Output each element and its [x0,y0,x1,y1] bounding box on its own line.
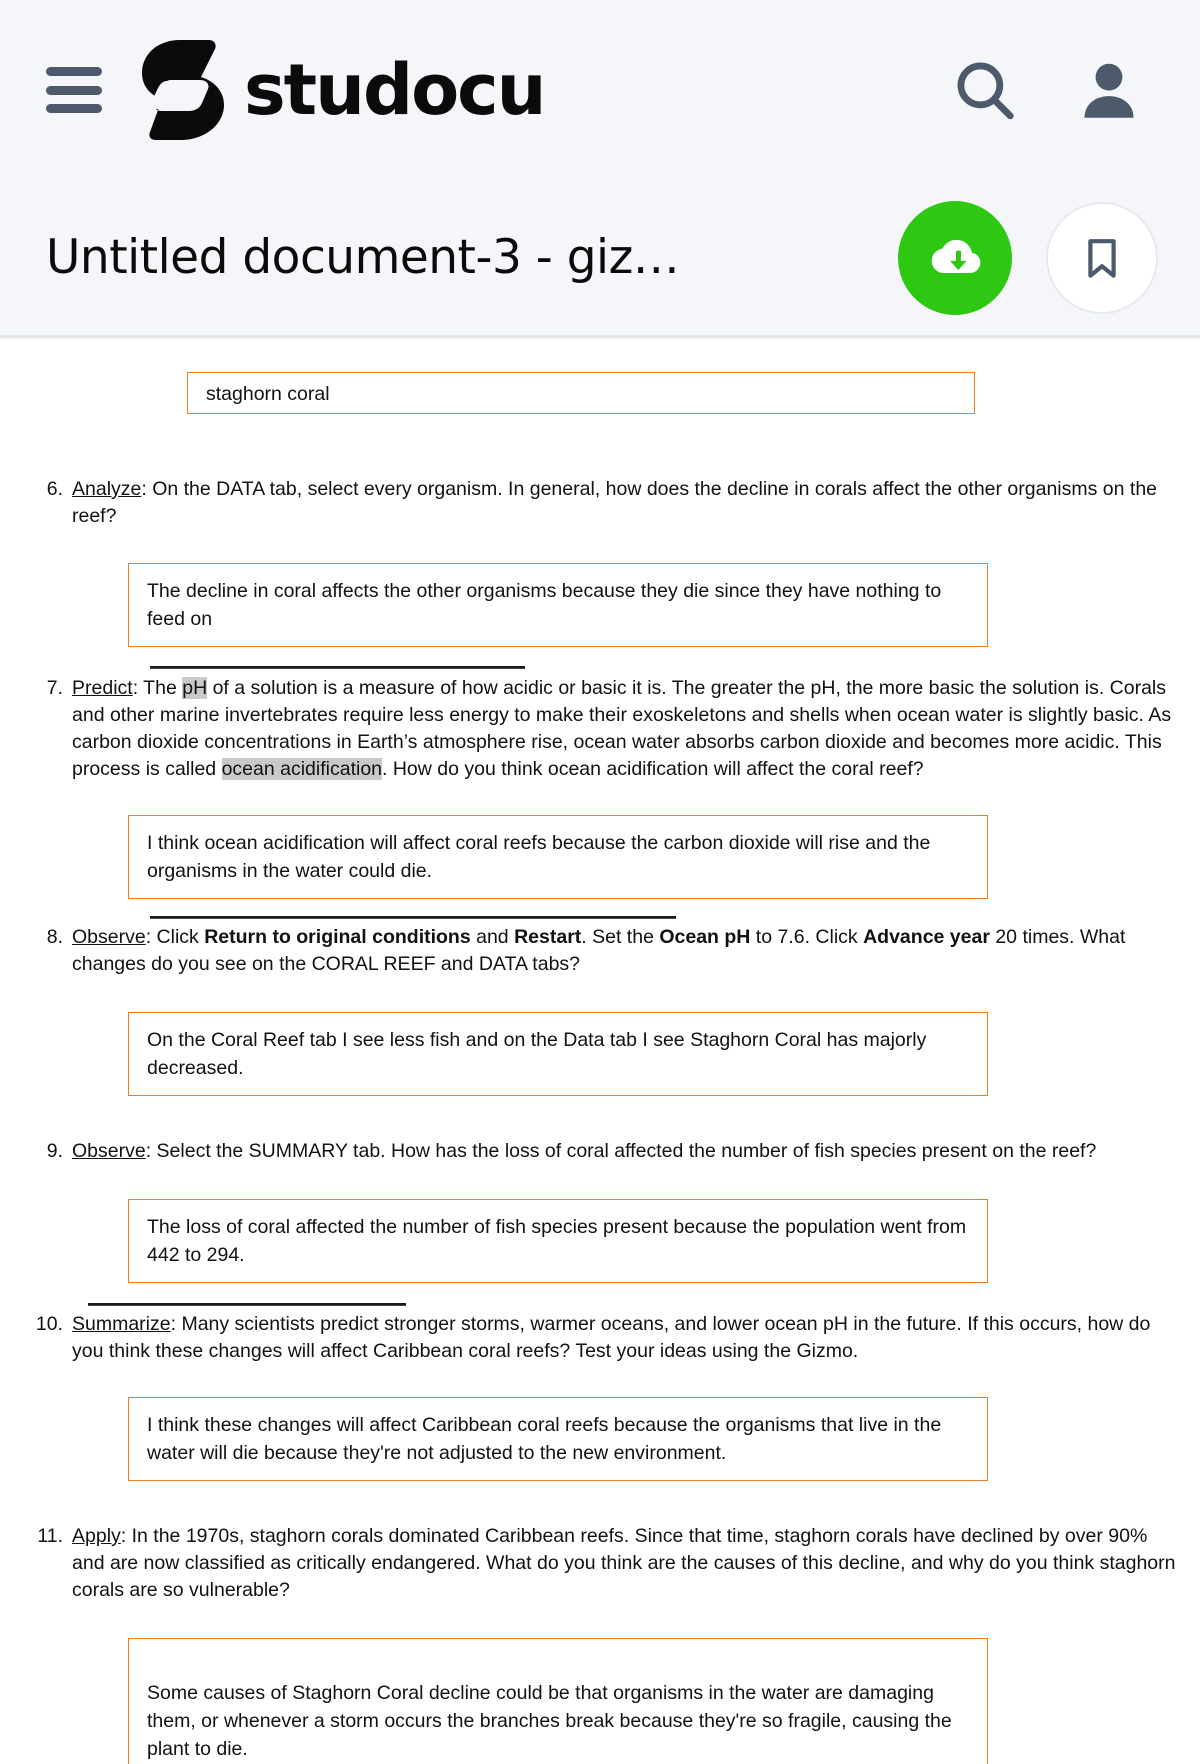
answer-text: Some causes of Staghorn Coral decline co… [147,1682,952,1760]
question-label: Observe [72,1140,146,1162]
question-number: 10. [35,1313,63,1335]
question-9: 9. Observe: Select the SUMMARY tab. How … [20,1138,1180,1165]
header-actions [948,53,1158,127]
answer-text: I think ocean acidification will affect … [147,832,931,882]
answer-box-8[interactable]: On the Coral Reef tab I see less fish an… [128,1012,988,1096]
q8-seg1: : Click [145,926,205,948]
question-number: 8. [46,926,63,948]
question-text: Summarize: Many scientists predict stron… [72,1311,1180,1365]
q8-seg2: and [470,926,515,948]
hamburger-bar-3 [46,104,102,113]
search-icon[interactable] [948,53,1022,127]
q8-bold-2: Restart [514,926,582,948]
download-button[interactable] [898,200,1012,315]
q8-seg3: . Set the [581,926,660,948]
studocu-mark-icon [142,40,224,140]
question-body: : On the DATA tab, select every organism… [72,478,1158,527]
answer-text: The decline in coral affects the other o… [147,580,942,630]
answer-box-10[interactable]: I think these changes will affect Caribb… [128,1397,988,1481]
question-label: Analyze [72,478,142,500]
q8-bold-4: Advance year [863,926,990,948]
site-header: studocu [0,0,1200,180]
question-10: 10. Summarize: Many scientists predict s… [20,1311,1180,1365]
hamburger-bar-2 [46,85,102,95]
question-7: 7. Predict: The pH of a solution is a me… [20,675,1180,783]
question-body: : In the 1970s, staghorn corals dominate… [72,1525,1176,1601]
question-label: Apply [72,1525,121,1547]
section-divider [150,916,676,919]
question-label: Predict [72,677,133,699]
cloud-download-icon [931,239,981,273]
answer-text: On the Coral Reef tab I see less fish an… [147,1029,927,1079]
question-number: 6. [46,478,63,500]
section-divider [150,666,525,669]
page-title: Untitled document-3 - giz… [46,230,680,285]
answer-box-top[interactable]: staghorn coral [187,372,975,414]
document-page: staghorn coral 6. Analyze: On the DATA t… [0,336,1200,1764]
answer-text: staghorn coral [206,383,330,405]
q8-bold-1: Return to original conditions [204,926,471,948]
answer-box-7[interactable]: I think ocean acidification will affect … [128,815,988,899]
question-text: Apply: In the 1970s, staghorn corals dom… [72,1523,1180,1604]
question-body: : Many scientists predict stronger storm… [72,1313,1151,1362]
question-label: Summarize [72,1313,171,1335]
bookmark-icon [1088,238,1116,278]
answer-box-11[interactable]: Some causes of Staghorn Coral decline co… [128,1638,988,1764]
document-viewer[interactable]: staghorn coral 6. Analyze: On the DATA t… [0,336,1200,1764]
question-6: 6. Analyze: On the DATA tab, select ever… [20,476,1180,530]
studocu-logo[interactable]: studocu [140,40,546,140]
hamburger-menu-icon[interactable] [46,67,102,113]
answer-box-9[interactable]: The loss of coral affected the number of… [128,1199,988,1283]
question-number: 11. [37,1525,63,1547]
highlight-ph: pH [182,677,208,699]
question-text: Predict: The pH of a solution is a measu… [72,675,1180,783]
bookmark-button[interactable] [1046,201,1158,314]
question-text: Observe: Click Return to original condit… [72,924,1180,978]
highlight-ocean-acidification: ocean acidification [221,758,383,780]
document-actions [898,200,1158,315]
section-divider [88,1303,406,1306]
question-text: Analyze: On the DATA tab, select every o… [72,476,1180,530]
answer-box-6[interactable]: The decline in coral affects the other o… [128,563,988,647]
question-label: Observe [72,926,146,948]
question-number: 9. [46,1140,63,1162]
question-11: 11. Apply: In the 1970s, staghorn corals… [20,1523,1180,1604]
question-number: 7. [46,677,63,699]
document-title-bar: Untitled document-3 - giz… [0,180,1200,336]
question-text: Observe: Select the SUMMARY tab. How has… [72,1138,1180,1165]
question-8: 8. Observe: Click Return to original con… [20,924,1180,978]
studocu-wordmark: studocu [244,49,546,131]
answer-text: The loss of coral affected the number of… [147,1216,967,1266]
q8-bold-3: Ocean pH [659,926,751,948]
q7-seg1: : The [132,677,183,699]
hamburger-bar-1 [46,67,102,76]
account-avatar-icon[interactable] [1074,55,1144,125]
question-body: : Select the SUMMARY tab. How has the lo… [145,1140,1097,1162]
answer-text: I think these changes will affect Caribb… [147,1414,942,1464]
q8-seg4: to 7.6. Click [750,926,864,948]
q7-seg3: . How do you think ocean acidification w… [382,758,924,780]
